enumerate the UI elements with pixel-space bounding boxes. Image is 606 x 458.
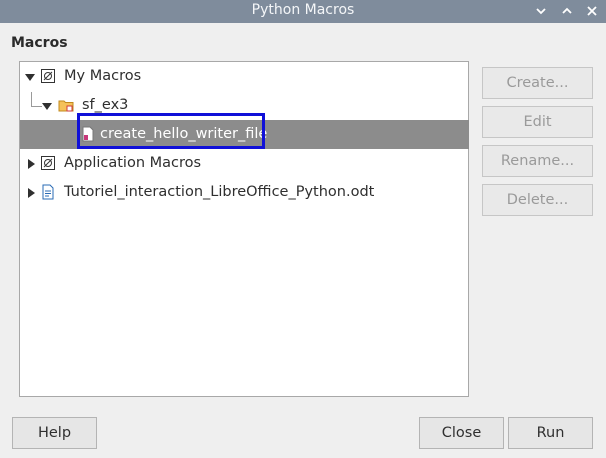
help-button[interactable]: Help bbox=[12, 417, 97, 449]
expander-collapsed-icon[interactable] bbox=[28, 188, 35, 198]
expander-expanded-icon[interactable] bbox=[25, 74, 35, 81]
maximize-button[interactable] bbox=[556, 1, 578, 21]
tree-item-label: Application Macros bbox=[64, 155, 202, 171]
tree-item-my-macros[interactable]: My Macros bbox=[20, 62, 469, 91]
close-icon bbox=[587, 6, 597, 16]
expander-collapsed-icon[interactable] bbox=[28, 159, 35, 169]
title-bar: Python Macros bbox=[0, 0, 606, 23]
run-button[interactable]: Run bbox=[508, 417, 593, 449]
delete-button[interactable]: Delete... bbox=[482, 184, 593, 216]
expander-expanded-icon[interactable] bbox=[42, 103, 52, 110]
tree-item-label: Tutoriel_interaction_LibreOffice_Python.… bbox=[64, 184, 375, 200]
create-button[interactable]: Create... bbox=[482, 67, 593, 99]
close-window-button[interactable] bbox=[581, 1, 603, 21]
tree-item-application-macros[interactable]: Application Macros bbox=[20, 149, 469, 178]
tree-item-label: sf_ex3 bbox=[82, 97, 129, 113]
minimize-button[interactable] bbox=[530, 1, 552, 21]
macro-file-icon bbox=[80, 126, 96, 142]
macros-section-label: Macros bbox=[11, 35, 68, 51]
tree-item-sf-ex3[interactable]: sf_ex3 bbox=[20, 91, 469, 120]
folder-icon bbox=[58, 97, 74, 113]
library-icon bbox=[40, 68, 56, 84]
close-button[interactable]: Close bbox=[419, 417, 504, 449]
library-icon bbox=[40, 155, 56, 171]
edit-button[interactable]: Edit bbox=[482, 106, 593, 138]
document-icon bbox=[40, 184, 56, 200]
chevron-down-icon bbox=[536, 8, 546, 15]
tree-item-label: My Macros bbox=[64, 68, 142, 84]
tree-item-document[interactable]: Tutoriel_interaction_LibreOffice_Python.… bbox=[20, 178, 469, 207]
rename-button[interactable]: Rename... bbox=[482, 145, 593, 177]
chevron-up-icon bbox=[562, 7, 572, 14]
macro-tree[interactable]: My Macros sf_ex3 create_hello_writer_fil… bbox=[19, 61, 469, 397]
tree-item-create-hello-writer-file[interactable]: create_hello_writer_file bbox=[20, 120, 469, 149]
window-title: Python Macros bbox=[251, 2, 355, 18]
tree-item-label: create_hello_writer_file bbox=[100, 126, 268, 142]
